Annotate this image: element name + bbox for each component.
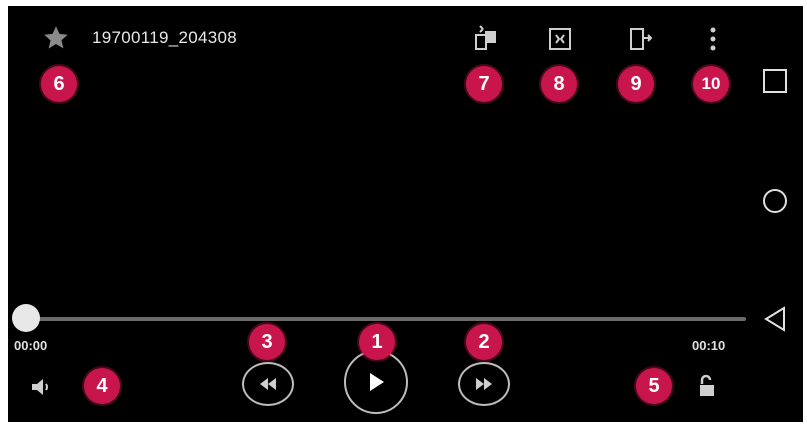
callout-badge-rotate: 7 xyxy=(466,66,502,102)
navigation-bar xyxy=(748,6,803,422)
volume-icon[interactable] xyxy=(26,372,56,402)
play-icon xyxy=(370,373,384,391)
home-icon[interactable] xyxy=(760,186,790,216)
fast-forward-icon xyxy=(476,378,492,390)
callout-badge-more: 10 xyxy=(693,66,729,102)
total-time: 00:10 xyxy=(692,338,726,353)
callout-badge-zoom: 8 xyxy=(541,66,577,102)
callout-badge-share: 9 xyxy=(618,66,654,102)
seek-bar-thumb[interactable] xyxy=(12,304,40,332)
video-title: 19700119_204308 xyxy=(92,28,238,47)
rewind-button[interactable] xyxy=(242,362,294,406)
more-options-icon[interactable] xyxy=(698,22,728,56)
favorite-star-icon[interactable] xyxy=(38,22,74,54)
rotate-screen-icon[interactable] xyxy=(468,22,504,56)
callout-badge-favorite: 6 xyxy=(41,66,77,102)
fast-forward-button[interactable] xyxy=(458,362,510,406)
zoom-fit-icon[interactable] xyxy=(542,22,578,56)
callout-badge-volume: 4 xyxy=(84,368,120,404)
rewind-icon xyxy=(260,378,276,390)
callout-badge-lock: 5 xyxy=(636,368,672,404)
video-player-screen: 19700119_204308 6 7 8 9 10 00:00 00:10 1… xyxy=(8,6,748,422)
callout-badge-play: 1 xyxy=(359,324,395,360)
back-icon[interactable] xyxy=(760,304,790,334)
screen-lock-icon[interactable] xyxy=(692,370,722,402)
recent-apps-icon[interactable] xyxy=(760,66,790,96)
share-screen-icon[interactable] xyxy=(622,22,658,56)
callout-badge-forward: 2 xyxy=(466,324,502,360)
callout-badge-rewind: 3 xyxy=(249,324,285,360)
seek-bar-track[interactable] xyxy=(28,317,746,321)
current-time: 00:00 xyxy=(14,338,48,353)
